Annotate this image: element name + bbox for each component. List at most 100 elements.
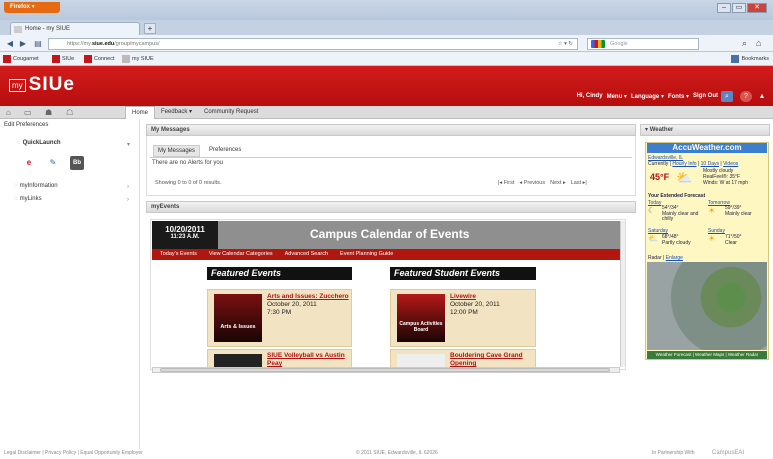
forward-arrow-icon[interactable]: ▶ [17, 38, 29, 49]
scrollbar-thumb[interactable] [160, 368, 610, 372]
tab-home[interactable]: Home [125, 106, 156, 119]
tab-community-request[interactable]: Community Request [198, 106, 264, 119]
close-window-button[interactable]: ✕ [747, 3, 767, 13]
nav-view-categories[interactable]: View Calendar Categories [209, 249, 273, 260]
signout-link[interactable]: Sign Out [693, 93, 718, 100]
tomorrow-condition: Mainly clear [725, 210, 752, 217]
logo-siue: SIUe [28, 74, 75, 95]
people-nav-icon[interactable]: ☗ [45, 108, 52, 117]
search-engine-input[interactable]: Google [587, 38, 699, 50]
ten-day-link[interactable]: 10 Days [701, 161, 719, 167]
results-count: Showing 0 to 0 of 0 results. [155, 180, 222, 186]
menu-dropdown[interactable]: Menu ▾ [607, 93, 627, 100]
footer-links[interactable]: Legal Disclaimer | Privacy Policy | Equa… [4, 448, 143, 459]
bookmark-label: Cougarnet [13, 56, 39, 62]
copyright-text: © 2011 SIUE, Edwardsville, IL 62026 [356, 450, 438, 456]
search-icon[interactable]: ⌕ [742, 38, 747, 49]
star-refresh-icons[interactable]: ☆ ▾ ↻ [558, 39, 573, 50]
enlarge-link[interactable]: Enlarge [666, 255, 683, 261]
current-temperature: 45°F [650, 172, 670, 182]
bookmark-cougarnet[interactable]: Cougarnet [3, 52, 39, 66]
collapse-icon[interactable]: ▾ [127, 141, 130, 148]
url-input[interactable]: https://my.siue.edu/group/mycampus/ ☆ ▾ … [48, 38, 578, 50]
first-label: First [503, 180, 515, 186]
minimize-button[interactable]: – [717, 3, 731, 13]
today-forecast: 54°/34° Mainly clear and chilly [662, 205, 704, 223]
bookmark-connect[interactable]: Connect [84, 52, 115, 66]
mylinks-label: myLinks [19, 196, 42, 202]
tab-my-messages[interactable]: My Messages [153, 145, 201, 157]
videos-link[interactable]: Videos [723, 161, 738, 167]
siue-banner [0, 66, 773, 106]
search-portal-icon[interactable]: ⌕ [721, 91, 733, 102]
nav-todays-events[interactable]: Today's Events [160, 249, 197, 260]
edit-icon[interactable]: ✎ [46, 156, 60, 170]
fonts-dropdown[interactable]: Fonts ▾ [668, 93, 689, 100]
help-icon[interactable]: ? [740, 91, 752, 102]
user-greeting: Hi, Cindy [576, 93, 603, 99]
last-page-button[interactable]: Last ▸| [571, 180, 587, 186]
new-tab-button[interactable]: + [144, 23, 156, 34]
email-icon[interactable]: e [22, 156, 36, 170]
featured-student-events-title: Featured Student Events [390, 267, 536, 280]
expand-icon[interactable]: › [127, 197, 129, 203]
event-title-link[interactable]: Livewire [450, 293, 534, 301]
home-icon[interactable]: ⌂ [756, 38, 761, 48]
event-details: Bouldering Cave Grand Opening [450, 352, 534, 368]
tab-feedback[interactable]: Feedback ▾ [155, 106, 198, 119]
campuseai-logo[interactable]: CampusEAI [712, 448, 744, 459]
toggle-icon: ◌ [14, 183, 18, 189]
bookmark-mysiue[interactable]: my SIUE [122, 52, 154, 66]
browser-tab-home[interactable]: Home - my SIUE [10, 22, 140, 35]
myinformation-item[interactable]: ◌ myInformation [14, 183, 58, 189]
previous-label: Previous [523, 180, 546, 186]
firefox-menu-button[interactable]: Firefox ▾ [4, 2, 60, 13]
partly-cloudy-icon: ⛅ [676, 170, 693, 185]
previous-page-button[interactable]: ◂ Previous [519, 180, 545, 186]
expand-icon[interactable]: › [127, 184, 129, 190]
accuweather-logo[interactable]: AccuWeather.com [647, 143, 767, 153]
event-title-link[interactable]: Bouldering Cave Grand Opening [450, 352, 534, 368]
google-icon[interactable] [591, 40, 605, 48]
portal-tabrow [0, 106, 773, 119]
first-page-button[interactable]: |◂ First [498, 180, 514, 186]
back-arrow-icon[interactable]: ◀ [4, 38, 16, 49]
language-dropdown[interactable]: Language ▾ [631, 93, 664, 100]
wind-text: Winds: W at 17 mph [703, 180, 749, 186]
bookmark-icon [3, 55, 11, 63]
group-nav-icon[interactable]: ☖ [66, 108, 73, 117]
event-title-link[interactable]: SIUE Volleyball vs Austin Peay [267, 352, 349, 368]
bookmark-siue[interactable]: SIUe [52, 52, 74, 66]
bookmarks-menu-button[interactable]: Bookmarks [731, 52, 769, 66]
nav-advanced-search[interactable]: Advanced Search [285, 249, 328, 260]
featured-events-title: Featured Events [207, 267, 352, 280]
event-details: SIUE Volleyball vs Austin Peay [267, 352, 349, 368]
mylinks-item[interactable]: ◌ myLinks [14, 196, 42, 202]
bookmark-icon [122, 55, 130, 63]
tab-preferences[interactable]: Preferences [205, 145, 245, 157]
weather-links: Currently | Hourly Info | 10 Days | Vide… [648, 161, 739, 167]
my-messages-header: My Messages [146, 124, 636, 136]
event-title-link[interactable]: Arts and Issues: Zucchero [267, 293, 349, 301]
maximize-button[interactable]: ▭ [732, 3, 746, 13]
alert-icon[interactable]: ▲ [756, 91, 768, 102]
edit-preferences-link[interactable]: Edit Preferences [4, 122, 48, 128]
mysiue-logo[interactable]: my SIUe [9, 74, 75, 95]
campus-activities-board-image[interactable]: Campus Activities Board [397, 294, 445, 342]
page-nav-icon[interactable]: ▭ [24, 108, 32, 117]
hourly-link[interactable]: Hourly Info [672, 161, 696, 167]
arts-issues-image[interactable]: Arts & Issues [214, 294, 262, 342]
event-details: Arts and Issues: Zucchero October 20, 20… [267, 293, 349, 317]
quicklaunch-header[interactable]: ◌ QuickLaunch [17, 140, 61, 146]
home-nav-icon[interactable]: ⌂ [6, 108, 11, 117]
page-favicon-icon [14, 26, 22, 33]
radar-map[interactable] [647, 262, 767, 350]
collapse-icon[interactable]: ▾ [645, 127, 648, 133]
sunday-forecast: 71°/50° Clear [725, 234, 742, 246]
weather-footer-links[interactable]: Weather Forecast | Weather Maps | Weathe… [647, 351, 767, 359]
nav-event-planning-guide[interactable]: Event Planning Guide [340, 249, 393, 260]
next-page-button[interactable]: Next ▸ [550, 180, 566, 186]
blackboard-icon[interactable]: Bb [70, 156, 84, 170]
calendar-vertical-scrollbar[interactable] [620, 221, 625, 367]
url-path: /group/mycampus/ [114, 41, 160, 47]
